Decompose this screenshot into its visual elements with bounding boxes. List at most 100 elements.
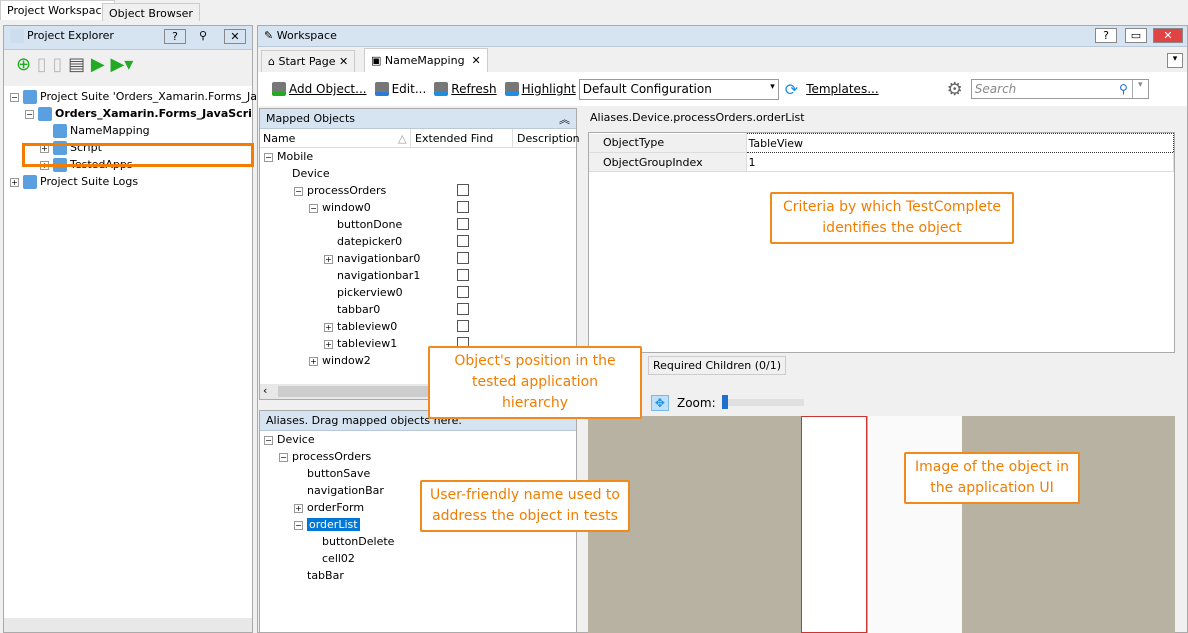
tree-node-label: navigationbar0 — [337, 252, 420, 265]
tree-node[interactable]: + navigationbar0 — [324, 250, 420, 267]
tree-node-label: tabBar — [307, 569, 344, 582]
tree-node[interactable]: −processOrders — [279, 448, 371, 465]
tree-node[interactable]: −processOrders — [294, 182, 386, 199]
tab-start-page[interactable]: ⌂ Start Page ✕ — [261, 50, 355, 72]
tree-line — [294, 470, 303, 479]
templates-button[interactable]: Templates... — [806, 82, 878, 96]
help-button[interactable]: ? — [164, 29, 186, 44]
close-button[interactable]: ✕ — [1153, 28, 1183, 43]
add-object-button[interactable]: Add Object... — [272, 82, 367, 96]
collapse-icon[interactable]: − — [264, 436, 273, 445]
tabs-dropdown[interactable]: ▾ — [1167, 53, 1183, 68]
collapse-icon[interactable]: − — [294, 521, 303, 530]
extended-find-checkbox[interactable] — [457, 286, 469, 298]
col-name[interactable]: Name — [263, 132, 295, 145]
property-row[interactable]: ObjectTypeTableView — [589, 134, 1174, 153]
tree-line — [309, 538, 318, 547]
tree-node-label: cell02 — [322, 552, 355, 565]
tree-node[interactable]: navigationbar1 — [324, 267, 420, 284]
edit-button[interactable]: Edit... — [375, 82, 427, 96]
collapse-icon[interactable]: ︽ — [559, 111, 570, 127]
tree-node[interactable]: −Mobile — [264, 148, 313, 165]
collapse-icon[interactable]: − — [279, 453, 288, 462]
col-extended-find[interactable]: Extended Find — [410, 129, 497, 148]
close-button[interactable]: ✕ — [224, 29, 246, 44]
tree-node[interactable]: +Project Suite Logs — [10, 173, 138, 190]
tree-node[interactable]: Device — [279, 165, 330, 182]
tree-node[interactable]: NameMapping — [40, 122, 150, 139]
properties-icon[interactable]: ▤ — [68, 54, 85, 75]
tree-node[interactable]: −window0 — [309, 199, 371, 216]
tree-node-label: tableview1 — [337, 337, 397, 350]
tree-node[interactable]: + tableview1 — [324, 335, 397, 352]
expand-icon[interactable]: + — [294, 504, 303, 513]
tab-object-browser[interactable]: Object Browser — [102, 3, 200, 21]
highlight-button[interactable]: Highlight — [505, 82, 576, 96]
extended-find-checkbox[interactable] — [457, 184, 469, 196]
pin-icon[interactable]: ⚲ — [199, 29, 207, 42]
collapse-icon[interactable]: − — [25, 110, 34, 119]
tab-namemapping[interactable]: ▣ NameMapping ✕ — [364, 48, 488, 72]
tree-node[interactable]: tabBar — [294, 567, 344, 584]
property-row[interactable]: ObjectGroupIndex1 — [589, 153, 1174, 172]
tree-node[interactable]: +tableview0 — [324, 318, 397, 335]
refresh-button[interactable]: Refresh — [434, 82, 496, 96]
extended-find-checkbox[interactable] — [457, 235, 469, 247]
tree-node[interactable]: −Orders_Xamarin.Forms_JavaScri — [25, 105, 252, 122]
order-screen-image — [868, 416, 962, 633]
search-input[interactable]: Search⚲▾ — [971, 79, 1149, 99]
tab-required-children[interactable]: Required Children (0/1) — [648, 356, 786, 375]
run-icon[interactable]: ▶ — [91, 54, 105, 75]
new-item-icon[interactable]: ▯ — [37, 54, 47, 75]
tree-node[interactable]: datepicker0 — [324, 233, 402, 250]
help-button[interactable]: ? — [1095, 28, 1117, 43]
horizontal-scrollbar[interactable] — [4, 618, 252, 632]
tree-node[interactable]: −Device — [264, 431, 315, 448]
tree-node[interactable]: −orderList — [294, 516, 360, 533]
extended-find-checkbox[interactable] — [457, 320, 469, 332]
extended-find-checkbox[interactable] — [457, 269, 469, 281]
tree-node[interactable]: cell02 — [309, 550, 355, 567]
tree-node[interactable]: −Project Suite 'Orders_Xamarin.Forms_Jav… — [10, 88, 270, 105]
fit-to-window-icon[interactable]: ✥ — [651, 395, 669, 411]
add-item-icon[interactable]: ⊕ — [16, 54, 31, 75]
tree-line — [324, 272, 333, 281]
tree-node[interactable]: navigationBar — [294, 482, 384, 499]
map-refresh-icon[interactable]: ⟳ — [785, 80, 798, 99]
tree-node[interactable]: tabbar0 — [324, 301, 380, 318]
collapse-icon[interactable]: − — [309, 204, 318, 213]
extended-find-checkbox[interactable] — [457, 218, 469, 230]
tree-node-label: NameMapping — [70, 124, 150, 137]
collapse-icon[interactable]: − — [294, 187, 303, 196]
tree-node[interactable]: buttonSave — [294, 465, 370, 482]
collapse-icon[interactable]: − — [264, 153, 273, 162]
expand-icon[interactable]: + — [324, 323, 333, 332]
extended-find-checkbox[interactable] — [457, 303, 469, 315]
tree-node[interactable]: pickerview0 — [324, 284, 403, 301]
tree-node[interactable]: buttonDelete — [309, 533, 394, 550]
tree-node[interactable]: +window2 — [309, 352, 371, 369]
collapse-icon[interactable]: − — [10, 93, 19, 102]
tree-node[interactable]: buttonDone — [324, 216, 402, 233]
extended-find-checkbox[interactable] — [457, 201, 469, 213]
run-project-icon[interactable]: ▶▾ — [110, 54, 133, 75]
settings-gear-icon[interactable]: ⚙ — [947, 79, 963, 100]
zoom-slider[interactable] — [724, 399, 804, 406]
expand-icon[interactable]: + — [324, 340, 333, 349]
tab-project-workspace[interactable]: Project Workspace — [0, 0, 115, 20]
expand-icon[interactable]: + — [324, 255, 333, 264]
extended-find-checkbox[interactable] — [457, 252, 469, 264]
tree-node[interactable]: +orderForm — [294, 499, 364, 516]
restore-button[interactable]: ▭ — [1125, 28, 1147, 43]
col-description[interactable]: Description — [512, 129, 584, 148]
image-toolbar: ⟲ ✖ ⚲ ✥ Zoom: — [588, 390, 1175, 415]
tree-node-label: datepicker0 — [337, 235, 402, 248]
tree-line — [324, 221, 333, 230]
configuration-select[interactable]: Default Configuration▾ — [579, 79, 779, 100]
add-existing-icon[interactable]: ▯ — [52, 54, 62, 75]
project-explorer-header: Project Explorer ? ⚲ ✕ — [4, 26, 252, 50]
mapped-objects-header: Mapped Objects︽ — [260, 109, 576, 129]
expand-icon[interactable]: + — [309, 357, 318, 366]
expand-icon[interactable]: + — [10, 178, 19, 187]
tree-node-label: orderList — [307, 518, 360, 531]
